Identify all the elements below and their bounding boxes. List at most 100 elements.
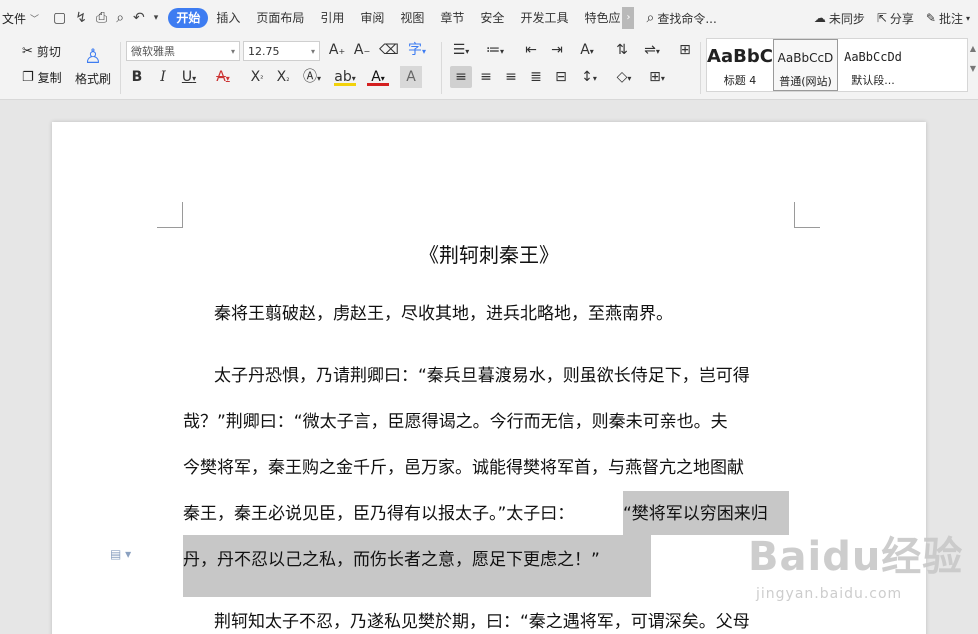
format-painter-button[interactable]: ♙ 格式刷 bbox=[72, 42, 114, 87]
undo-icon[interactable]: ↶ bbox=[133, 11, 145, 25]
style-preview: AaBbCcD bbox=[777, 51, 834, 65]
ribbon-tabs: 开始 插入 页面布局 引用 审阅 视图 章节 安全 开发工具 特色应 › bbox=[168, 7, 642, 29]
copy-label: 复制 bbox=[37, 71, 62, 85]
text-direction-icon[interactable]: A▾ bbox=[576, 39, 598, 61]
tab-review[interactable]: 审阅 bbox=[352, 8, 392, 28]
clear-format-icon[interactable]: ⌫ bbox=[378, 39, 400, 61]
comment-label: 批注 bbox=[938, 11, 963, 26]
tab-sections[interactable]: 章节 bbox=[432, 8, 472, 28]
more-chevron-icon[interactable]: ▾ bbox=[154, 13, 159, 23]
align-left-icon[interactable]: ≡ bbox=[450, 66, 472, 88]
file-menu[interactable]: 文件 ﹀ bbox=[0, 0, 39, 36]
paragraph-line: 今樊将军，秦王购之金千斤，邑万家。诚能得樊将军首，与燕督亢之地图献 bbox=[183, 458, 744, 478]
grow-font-icon[interactable]: A+ bbox=[326, 39, 348, 61]
scissors-icon: ✂ bbox=[22, 44, 33, 59]
shrink-font-icon[interactable]: A− bbox=[351, 39, 373, 61]
sync-button[interactable]: ☁ 未同步 bbox=[814, 10, 865, 27]
font-color-icon[interactable]: A▾ bbox=[367, 66, 389, 86]
search-icon: ⌕ bbox=[646, 10, 655, 26]
style-label: 普通(网站) bbox=[779, 75, 832, 88]
font-size-select[interactable]: 12.75 ▾ bbox=[243, 41, 320, 61]
export-icon[interactable]: ↯ bbox=[75, 11, 87, 25]
share-label: 分享 bbox=[889, 11, 914, 26]
paragraph-line: 荆轲知太子不忍，乃遂私见樊於期，曰：“秦之遇将军，可谓深矣。父母 bbox=[214, 612, 750, 632]
format-painter-label: 格式刷 bbox=[74, 72, 111, 86]
margin-corner-top-right bbox=[794, 202, 820, 228]
font-name-value: 微软雅黑 bbox=[131, 45, 175, 58]
tab-home[interactable]: 开始 bbox=[168, 8, 209, 28]
watermark-url: jingyan.baidu.com bbox=[756, 586, 903, 602]
divider bbox=[441, 42, 442, 94]
bold-icon[interactable]: B bbox=[126, 66, 148, 88]
divider bbox=[120, 42, 121, 94]
tab-page-layout[interactable]: 页面布局 bbox=[248, 8, 312, 28]
tab-developer[interactable]: 开发工具 bbox=[512, 8, 576, 28]
line-spacing-icon[interactable]: ↕▾ bbox=[578, 66, 600, 88]
cut-button[interactable]: ✂ 剪切 bbox=[22, 43, 61, 60]
watermark: Baidu经验 jingyan.baidu.com bbox=[748, 524, 978, 612]
increase-indent-icon[interactable]: ⇥ bbox=[546, 39, 568, 61]
superscript-icon[interactable]: X² bbox=[246, 66, 268, 88]
text-effect-icon[interactable]: Ⓐ▾ bbox=[301, 66, 323, 88]
strikethrough-icon[interactable]: A▾ bbox=[212, 66, 234, 88]
share-button[interactable]: ⇱ 分享 bbox=[877, 10, 914, 27]
borders-icon[interactable]: ⊞▾ bbox=[646, 66, 668, 88]
style-label: 默认段... bbox=[851, 74, 895, 87]
comment-button[interactable]: ✎ 批注 ▾ bbox=[926, 10, 978, 27]
sync-label: 未同步 bbox=[828, 11, 865, 26]
style-heading-4[interactable]: AaBbC 标题 4 bbox=[707, 39, 773, 91]
sort-icon[interactable]: ⇅ bbox=[611, 39, 633, 61]
save-icon[interactable]: ▢ bbox=[53, 11, 66, 25]
tab-references[interactable]: 引用 bbox=[312, 8, 352, 28]
search-input: 查找命令... bbox=[657, 11, 717, 26]
copy-button[interactable]: ❐ 复制 bbox=[22, 69, 62, 86]
italic-icon[interactable]: I bbox=[152, 66, 174, 88]
selected-text: “樊将军以穷困来归 bbox=[623, 504, 768, 524]
justify-icon[interactable]: ≣ bbox=[525, 66, 547, 88]
highlight-icon[interactable]: ab▾ bbox=[334, 66, 356, 86]
char-shading-icon[interactable]: A bbox=[400, 66, 422, 88]
subscript-icon[interactable]: X₂ bbox=[272, 66, 294, 88]
paragraph-line: 太子丹恐惧，乃请荆卿曰：“秦兵旦暮渡易水，则虽欲长侍足下，岂可得 bbox=[214, 366, 750, 386]
font-size-value: 12.75 bbox=[248, 44, 280, 58]
align-right-icon[interactable]: ≡ bbox=[500, 66, 522, 88]
bullet-list-icon[interactable]: ☰▾ bbox=[450, 39, 472, 61]
tab-features[interactable]: 特色应 bbox=[576, 8, 622, 28]
style-normal-web[interactable]: AaBbCcD 普通(网站) bbox=[773, 39, 838, 91]
style-default-paragraph[interactable]: AaBbCcDd 默认段... bbox=[839, 39, 907, 91]
underline-icon[interactable]: U▾ bbox=[178, 66, 200, 88]
styles-gallery: AaBbC 标题 4 AaBbCcD 普通(网站) AaBbCcDd 默认段..… bbox=[706, 38, 968, 92]
share-icon: ⇱ bbox=[876, 11, 887, 25]
brush-icon: ♙ bbox=[84, 44, 102, 68]
tab-security[interactable]: 安全 bbox=[472, 8, 512, 28]
copy-icon: ❐ bbox=[22, 70, 34, 85]
paragraph-layout-icon[interactable]: ▤ ▾ bbox=[110, 547, 131, 561]
right-tools: ☁ 未同步 ⇱ 分享 ✎ 批注 ▾ bbox=[814, 0, 978, 36]
phonetic-icon[interactable]: 字▾ bbox=[406, 39, 428, 61]
document-title: 《荆轲刺秦王》 bbox=[419, 243, 559, 267]
command-search[interactable]: ⌕ 查找命令... bbox=[646, 10, 716, 27]
cut-label: 剪切 bbox=[36, 45, 61, 59]
distribute-icon[interactable]: ⊟ bbox=[550, 66, 572, 88]
margin-corner-top-left bbox=[157, 202, 183, 228]
divider bbox=[700, 42, 701, 94]
comment-icon: ✎ bbox=[925, 11, 936, 25]
quick-access-toolbar: ▢ ↯ ⎙ ⌕ ↶ ▾ bbox=[53, 11, 158, 25]
align-center-icon[interactable]: ≡ bbox=[475, 66, 497, 88]
paragraph-line: 秦王，秦王必说见臣，臣乃得有以报太子。”太子曰： bbox=[183, 504, 575, 524]
table-grid-icon[interactable]: ⊞ bbox=[674, 39, 696, 61]
paragraph-line: 哉？”荆卿曰：“微太子言，臣愿得谒之。今行而无信，则秦未可亲也。夫 bbox=[183, 412, 728, 432]
font-name-select[interactable]: 微软雅黑 ▾ bbox=[126, 41, 240, 61]
cloud-icon: ☁ bbox=[813, 11, 826, 25]
selected-text: 丹，丹不忍以己之私，而伤长者之意，愿足下更虑之！” bbox=[183, 550, 600, 570]
tabs-scroll-right-icon[interactable]: › bbox=[622, 7, 635, 29]
print-icon[interactable]: ⎙ bbox=[96, 11, 107, 25]
decrease-indent-icon[interactable]: ⇤ bbox=[520, 39, 542, 61]
print-preview-icon[interactable]: ⌕ bbox=[116, 11, 124, 25]
ribbon-home: ✂ 剪切 ❐ 复制 ♙ 格式刷 微软雅黑 ▾ 12.75 ▾ A+ A− ⌫ 字… bbox=[0, 36, 978, 100]
tab-view[interactable]: 视图 bbox=[392, 8, 432, 28]
numbered-list-icon[interactable]: ≔▾ bbox=[484, 39, 506, 61]
tab-insert[interactable]: 插入 bbox=[208, 8, 248, 28]
shading-icon[interactable]: ◇▾ bbox=[613, 66, 635, 88]
show-marks-icon[interactable]: ⇌▾ bbox=[641, 39, 663, 61]
